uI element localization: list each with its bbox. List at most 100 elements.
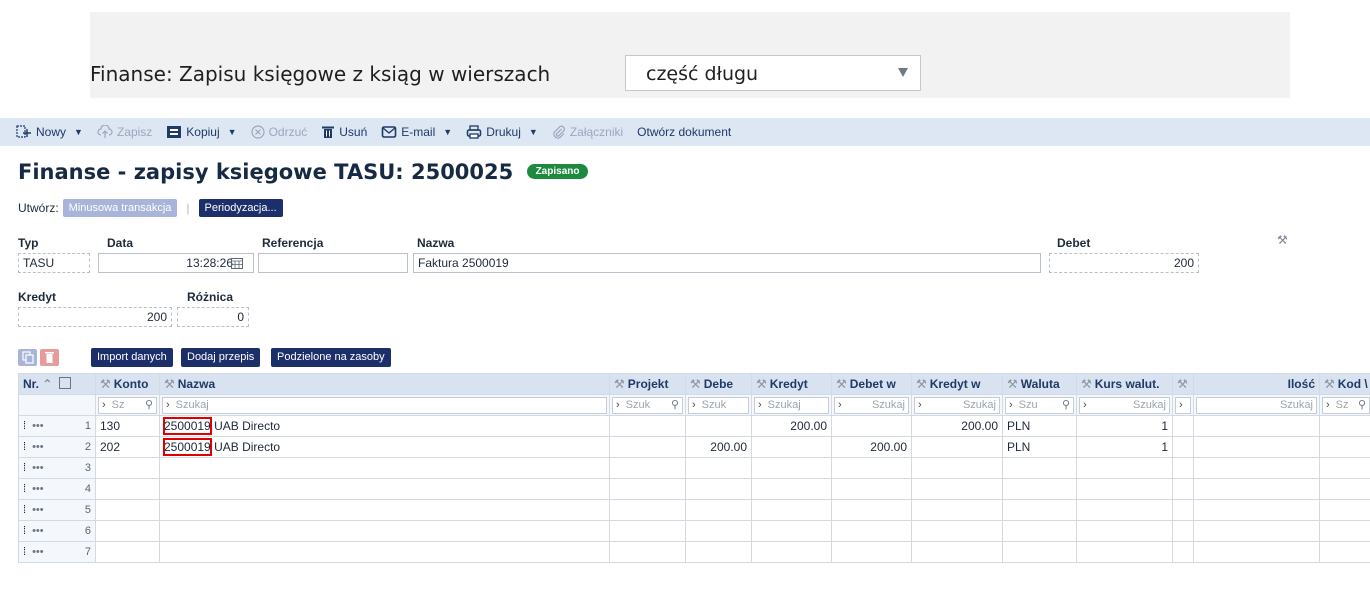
row-handle[interactable]: ⁞ ••• 5: [18, 499, 96, 521]
cell-debe[interactable]: [685, 457, 752, 479]
split-resources-button[interactable]: Podzielone na zasoby: [271, 348, 391, 367]
cell-kod[interactable]: [1319, 415, 1370, 437]
cell-blank[interactable]: [1172, 520, 1194, 542]
cell-kredyt[interactable]: [751, 457, 832, 479]
row-handle[interactable]: ⁞ ••• 6: [18, 520, 96, 542]
cell-konto[interactable]: [95, 457, 160, 479]
search-kod[interactable]: › Sz ⚲: [1322, 396, 1370, 414]
cell-kurs[interactable]: [1076, 499, 1173, 521]
select-all-checkbox[interactable]: [58, 377, 71, 389]
col-debet-w[interactable]: ⚒ Debet w: [831, 373, 912, 395]
cell-debe[interactable]: [685, 520, 752, 542]
import-data-button[interactable]: Import danych: [91, 348, 173, 367]
cell-blank[interactable]: [1172, 499, 1194, 521]
cell-kredyt[interactable]: 200.00: [751, 415, 832, 437]
cell-debe[interactable]: [685, 478, 752, 500]
periodization-button[interactable]: Periodyzacja...: [198, 199, 283, 217]
cell-ilosc[interactable]: [1193, 520, 1320, 542]
cell-debet-w[interactable]: 200.00: [831, 436, 912, 458]
cell-ilosc[interactable]: [1193, 436, 1320, 458]
typ-field[interactable]: TASU: [18, 253, 90, 273]
roznica-field[interactable]: 0: [177, 307, 249, 327]
col-kod[interactable]: ⚒ Kod \: [1319, 373, 1370, 395]
delete-rows-button[interactable]: [40, 349, 59, 366]
header-dropdown[interactable]: część długu: [625, 55, 921, 91]
search-kurs[interactable]: › Szukaj: [1079, 396, 1170, 414]
row-handle[interactable]: ⁞ ••• 7: [18, 541, 96, 563]
discard-button[interactable]: Odrzuć: [250, 125, 307, 139]
search-projekt[interactable]: › Szuk ⚲: [612, 396, 683, 414]
cell-kredyt[interactable]: [751, 499, 832, 521]
cell-debet-w[interactable]: [831, 415, 912, 437]
row-handle[interactable]: ⁞ ••• 2: [18, 436, 96, 458]
attachments-button[interactable]: Załączniki: [552, 125, 623, 139]
table-row[interactable]: ⁞ ••• 7: [18, 541, 1370, 563]
table-row[interactable]: ⁞ ••• 2 202 2500019 UAB Directo 200.00 200…: [18, 436, 1370, 458]
col-projekt[interactable]: ⚒ Projekt: [609, 373, 686, 395]
save-button[interactable]: Zapisz: [97, 125, 152, 139]
col-nazwa[interactable]: ⚒ Nazwa: [159, 373, 610, 395]
cell-projekt[interactable]: [609, 520, 686, 542]
cell-ilosc[interactable]: [1193, 415, 1320, 437]
search-blank[interactable]: ›: [1175, 396, 1191, 414]
cell-kredyt-w[interactable]: [911, 499, 1003, 521]
copy-button[interactable]: Kopiuj ▼: [166, 125, 237, 139]
search-kredyt[interactable]: › Szukaj: [754, 396, 829, 414]
cell-projekt[interactable]: [609, 457, 686, 479]
table-row[interactable]: ⁞ ••• 4: [18, 478, 1370, 500]
row-handle[interactable]: ⁞ ••• 3: [18, 457, 96, 479]
table-row[interactable]: ⁞ ••• 5: [18, 499, 1370, 521]
cell-nazwa[interactable]: 2500019 UAB Directo: [159, 436, 610, 458]
cell-ilosc[interactable]: [1193, 541, 1320, 563]
search-debe[interactable]: › Szuk: [688, 396, 749, 414]
cell-konto[interactable]: [95, 520, 160, 542]
col-nr[interactable]: Nr. ⌃: [18, 373, 96, 395]
col-waluta[interactable]: ⚒ Waluta: [1002, 373, 1077, 395]
row-handle[interactable]: ⁞ ••• 1: [18, 415, 96, 437]
open-document-button[interactable]: Otwórz dokument: [637, 125, 731, 139]
cell-kredyt-w[interactable]: [911, 478, 1003, 500]
cell-waluta[interactable]: [1002, 478, 1077, 500]
cell-debet-w[interactable]: [831, 520, 912, 542]
copy-rows-button[interactable]: [18, 349, 37, 366]
cell-projekt[interactable]: [609, 499, 686, 521]
cell-nazwa[interactable]: [159, 478, 610, 500]
cell-blank[interactable]: [1172, 436, 1194, 458]
cell-nazwa[interactable]: [159, 499, 610, 521]
cell-blank[interactable]: [1172, 541, 1194, 563]
search-nazwa[interactable]: › Szukaj: [162, 396, 607, 414]
cell-konto[interactable]: 130: [95, 415, 160, 437]
ref-field[interactable]: [258, 253, 408, 273]
cell-kod[interactable]: [1319, 541, 1370, 563]
minus-transaction-button[interactable]: Minusowa transakcja: [62, 199, 178, 217]
wrench-icon[interactable]: ⚒: [1277, 233, 1288, 247]
cell-kurs[interactable]: [1076, 457, 1173, 479]
cell-debet-w[interactable]: [831, 478, 912, 500]
cell-debe[interactable]: 200.00: [685, 436, 752, 458]
nazwa-field[interactable]: Faktura 2500019: [413, 253, 1041, 273]
email-button[interactable]: E-mail ▼: [381, 125, 452, 139]
search-konto[interactable]: › Sz ⚲: [98, 396, 157, 414]
cell-projekt[interactable]: [609, 415, 686, 437]
cell-kredyt[interactable]: [751, 436, 832, 458]
add-rule-button[interactable]: Dodaj przepis: [181, 348, 261, 367]
cell-debet-w[interactable]: [831, 499, 912, 521]
cell-konto[interactable]: [95, 541, 160, 563]
col-ilosc[interactable]: Ilość: [1193, 373, 1320, 395]
cell-kredyt-w[interactable]: [911, 541, 1003, 563]
cell-ilosc[interactable]: [1193, 457, 1320, 479]
search-ilosc[interactable]: Szukaj: [1196, 396, 1317, 414]
cell-konto[interactable]: [95, 499, 160, 521]
search-waluta[interactable]: › Szu ⚲: [1005, 396, 1074, 414]
cell-kod[interactable]: [1319, 436, 1370, 458]
cell-kurs[interactable]: 1: [1076, 436, 1173, 458]
search-kredyt-w[interactable]: › Szukaj: [914, 396, 1000, 414]
cell-kredyt-w[interactable]: 200.00: [911, 415, 1003, 437]
cell-kod[interactable]: [1319, 520, 1370, 542]
table-row[interactable]: ⁞ ••• 3: [18, 457, 1370, 479]
cell-ilosc[interactable]: [1193, 499, 1320, 521]
row-handle[interactable]: ⁞ ••• 4: [18, 478, 96, 500]
cell-projekt[interactable]: [609, 436, 686, 458]
cell-nazwa[interactable]: [159, 541, 610, 563]
cell-debet-w[interactable]: [831, 457, 912, 479]
